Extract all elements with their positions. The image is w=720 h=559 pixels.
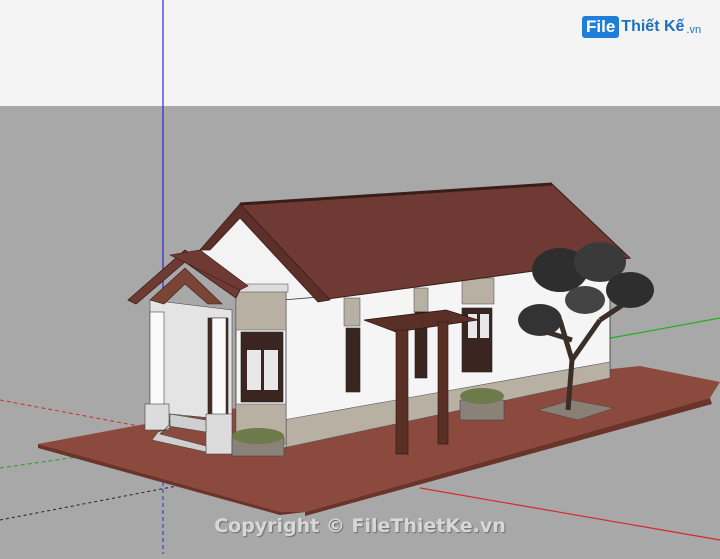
- window-pane: [247, 350, 261, 390]
- porch-column: [211, 317, 227, 419]
- site-logo: File Thiết Kế .vn: [582, 12, 712, 42]
- planter-shrub: [232, 428, 284, 444]
- stone-column: [461, 277, 495, 305]
- column-base: [144, 403, 170, 431]
- scene-canvas[interactable]: [0, 0, 720, 554]
- window-pane: [480, 314, 489, 338]
- logo-file-badge: File: [582, 16, 620, 38]
- porch-column: [149, 311, 165, 413]
- stone-column: [413, 287, 429, 313]
- stone-panel: [235, 289, 287, 331]
- planter-shrub: [460, 388, 504, 404]
- pergola-post: [437, 321, 449, 445]
- stone-column: [343, 297, 361, 327]
- window[interactable]: [345, 327, 361, 393]
- logo-name: Thiết Kế: [621, 18, 685, 35]
- copyright-watermark: Copyright © FileThietKe.vn: [214, 515, 506, 537]
- pergola-post: [395, 329, 409, 455]
- modeling-viewport[interactable]: File Thiết Kế .vn Copyright © FileThietK…: [0, 0, 720, 554]
- logo-tld: .vn: [686, 23, 702, 36]
- window-pane: [264, 350, 278, 390]
- column-base: [205, 413, 233, 455]
